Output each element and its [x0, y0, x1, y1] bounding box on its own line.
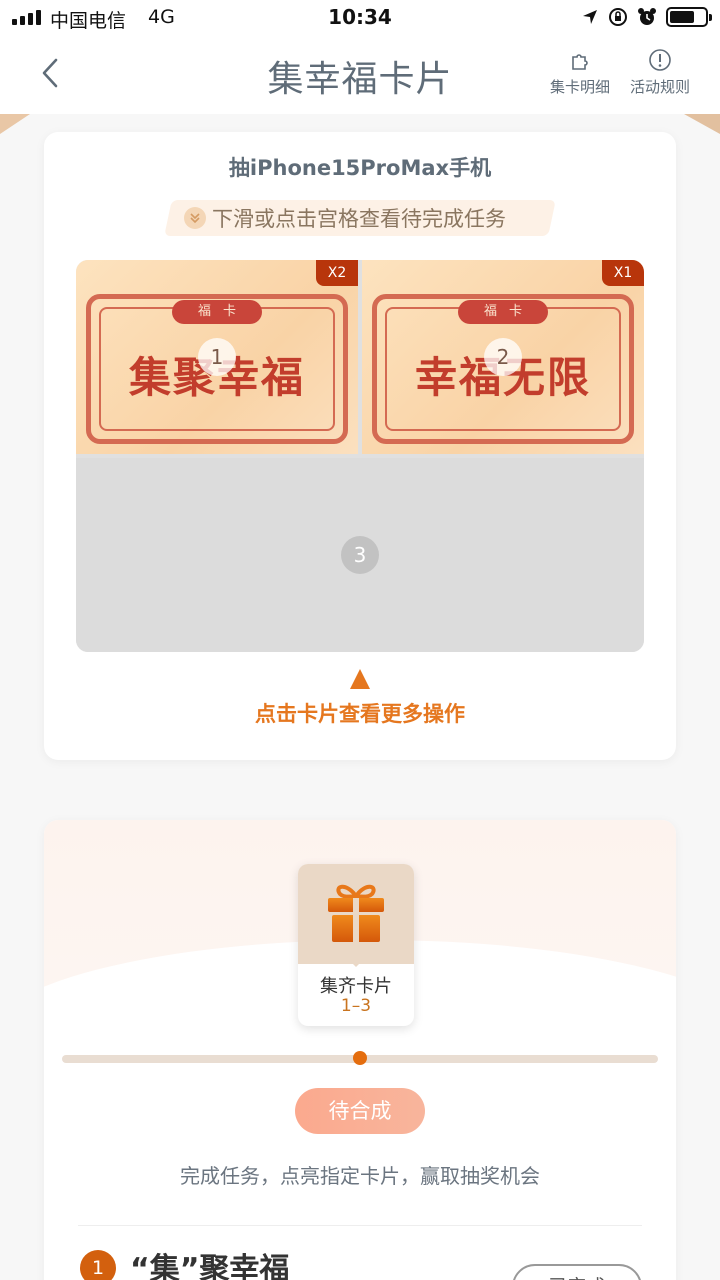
- location-icon: [583, 10, 597, 24]
- prize-title: 抽iPhone15ProMax手机: [228, 156, 492, 180]
- prize-range: 1–3: [340, 996, 372, 1016]
- divider: [78, 1225, 642, 1226]
- task-number: 1: [80, 1250, 116, 1280]
- info-icon: [649, 49, 671, 71]
- task-status-button[interactable]: 已完成: [512, 1264, 642, 1280]
- page: 中国电信 4G 10:34 集幸福卡片 集卡明细 活动规则 抽iPhone15P…: [0, 0, 720, 1280]
- card-details-label: 集卡明细: [549, 78, 610, 96]
- card-action-hint: 点击卡片查看更多操作: [255, 702, 465, 726]
- status-icons: [581, 7, 712, 27]
- synthesize-button[interactable]: 待合成: [295, 1088, 425, 1134]
- progress-marker: [353, 1051, 367, 1065]
- background-decoration: [684, 114, 720, 134]
- rules-label: 活动规则: [629, 78, 690, 96]
- empty-card-slot-3[interactable]: 3: [76, 458, 644, 652]
- nav-bar: 集幸福卡片 集卡明细 活动规则: [0, 36, 720, 114]
- status-bar: 中国电信 4G 10:34: [0, 0, 720, 36]
- puzzle-icon: [572, 54, 588, 70]
- card-number: 2: [484, 338, 522, 376]
- rotation-lock-icon: [609, 8, 627, 26]
- card-count-badge: X2: [316, 260, 358, 286]
- prize-milestone[interactable]: 集齐卡片 1–3: [298, 864, 414, 1026]
- battery-icon: [666, 7, 712, 27]
- card-collection-panel: 抽iPhone15ProMax手机 下滑或点击宫格查看待完成任务 福卡 集聚幸福…: [44, 132, 676, 760]
- fu-tag: 福卡: [458, 300, 548, 324]
- reward-panel: 集齐卡片 1–3 待合成 完成任务，点亮指定卡片，赢取抽奖机会 1 “集”聚幸福…: [44, 820, 676, 1280]
- card-count-badge: X1: [602, 260, 644, 286]
- gift-icon: [328, 884, 384, 942]
- card-number: 3: [341, 536, 379, 574]
- fu-tag: 福卡: [172, 300, 262, 324]
- prize-label: 集齐卡片: [320, 976, 392, 997]
- rules-button[interactable]: 活动规则: [620, 48, 700, 97]
- chevron-down-icon: [184, 207, 206, 229]
- hint-text: 下滑或点击宫格查看待完成任务: [212, 207, 506, 231]
- hint-banner: 下滑或点击宫格查看待完成任务: [184, 203, 506, 233]
- card-details-button[interactable]: 集卡明细: [540, 48, 620, 97]
- card-grid: 福卡 集聚幸福 1 X2 福卡 幸福无限 2 X1 3: [76, 260, 644, 652]
- task-title: “集”聚幸福: [130, 1252, 290, 1280]
- background-decoration: [0, 114, 30, 134]
- reward-description: 完成任务，点亮指定卡片，赢取抽奖机会: [180, 1164, 540, 1188]
- arrow-up-icon: [350, 669, 370, 689]
- alarm-icon: [638, 8, 656, 25]
- fu-card-2[interactable]: 福卡 幸福无限 2 X1: [362, 260, 644, 454]
- fu-card-1[interactable]: 福卡 集聚幸福 1 X2: [76, 260, 358, 454]
- card-number: 1: [198, 338, 236, 376]
